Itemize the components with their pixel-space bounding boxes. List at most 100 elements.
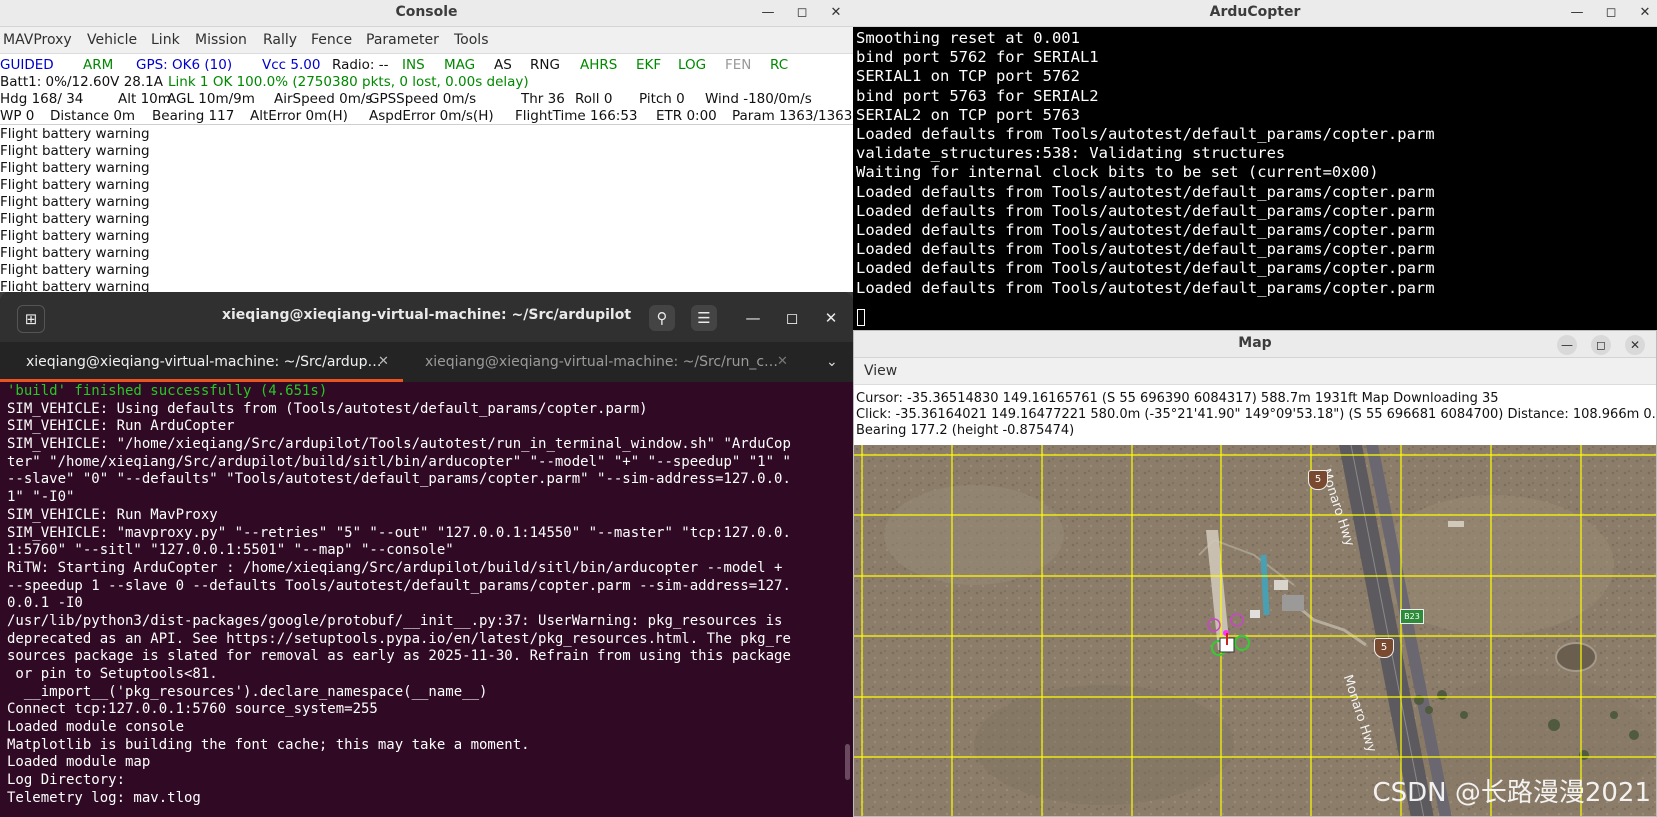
close-icon[interactable]: ✕ <box>818 305 844 331</box>
status_row4-3: AltError 0m(H) <box>250 108 348 124</box>
maximize-icon[interactable]: ◻ <box>779 305 805 331</box>
tab-ardupilot[interactable]: xieqiang@xieqiang-virtual-machine: ~/Src… <box>0 342 403 382</box>
terminal-output-line: Connect tcp:127.0.0.1:5760 source_system… <box>7 701 378 718</box>
status_row4-1: Distance 0m <box>50 108 136 124</box>
status_row3-6: Roll 0 <box>575 91 613 107</box>
terminal-tabbar: xieqiang@xieqiang-virtual-machine: ~/Src… <box>0 342 853 382</box>
terminal-output-line: ter" "/home/xieqiang/Src/ardupilot/build… <box>7 453 791 470</box>
menu-rally[interactable]: Rally <box>263 32 297 48</box>
console-message-line: Flight battery warning <box>0 279 150 292</box>
terminal-headerbar[interactable]: ⊞ xieqiang@xieqiang-virtual-machine: ~/S… <box>0 292 853 342</box>
terminal-output-line: 0.0.1 -I0 <box>7 595 83 612</box>
arducopter-output-line: validate_structures:538: Validating stru… <box>856 144 1286 163</box>
console-message-line: Flight battery warning <box>0 245 150 261</box>
minimize-icon[interactable]: — <box>740 305 766 331</box>
console-message-line: Flight battery warning <box>0 177 150 193</box>
status-row-waypoint: WP 0 Distance 0m Bearing 117 AltError 0m(H)… <box>0 108 853 124</box>
minimize-icon[interactable]: — <box>1567 3 1587 23</box>
minimize-icon[interactable]: — <box>1557 335 1577 355</box>
terminal-output-line: SIM_VEHICLE: "mavproxy.py" "--retries" "… <box>7 524 791 541</box>
terminal-output-line: Telemetry log: mav.tlog <box>7 789 201 806</box>
console-message-line: Flight battery warning <box>0 211 150 227</box>
status_row1-3: Vcc 5.00 <box>262 57 321 73</box>
maximize-icon[interactable]: ◻ <box>792 3 812 23</box>
close-icon[interactable]: ✕ <box>826 3 846 23</box>
text-cursor <box>857 309 865 326</box>
status_row2-0: Batt1: 0%/12.60V 28.1A <box>0 74 163 90</box>
status_row1-5: INS <box>402 57 425 73</box>
tabs-dropdown-icon[interactable]: ⌄ <box>826 342 846 382</box>
console-message-line: Flight battery warning <box>0 160 150 176</box>
arducopter-output-line: SERIAL2 on TCP port 5763 <box>856 105 1080 124</box>
status_row4-7: Param 1363/1363 <box>732 108 853 124</box>
status-row-flight: Hdg 168/ 34 Alt 10m AGL 10m/9m AirSpeed 0m/… <box>0 91 853 107</box>
map-title: Map <box>1238 335 1272 351</box>
tab-label: xieqiang@xieqiang-virtual-machine: ~/Src… <box>425 354 779 370</box>
terminal-output-line: deprecated as an API. See https://setupt… <box>7 630 791 647</box>
terminal-output-line: __import__('pkg_resources').declare_name… <box>7 683 488 700</box>
maximize-icon[interactable]: ◻ <box>1591 335 1611 355</box>
hamburger-menu-icon[interactable]: ☰ <box>691 305 717 331</box>
status_row3-3: AirSpeed 0m/s <box>274 91 373 107</box>
menu-vehicle[interactable]: Vehicle <box>87 32 137 48</box>
status_row1-10: EKF <box>636 57 662 73</box>
menu-parameter[interactable]: Parameter <box>366 32 439 48</box>
status_row3-7: Pitch 0 <box>639 91 685 107</box>
close-icon[interactable]: ✕ <box>1635 3 1655 23</box>
terminal-output-line: RiTW: Starting ArduCopter : /home/xieqia… <box>7 559 783 576</box>
status_row2-1: Link 1 OK 100.0% (2750380 pkts, 0 lost, … <box>168 74 529 90</box>
terminal-output-line: or pin to Setuptools<81. <box>7 666 218 682</box>
arducopter-output-line: Loaded defaults from Tools/autotest/defa… <box>856 278 1435 297</box>
console-message-line: Flight battery warning <box>0 194 150 210</box>
route-shield: 5 <box>1308 470 1328 490</box>
status_row3-8: Wind -180/0m/s <box>705 91 812 107</box>
map-titlebar[interactable]: Map — ◻ ✕ <box>854 331 1656 358</box>
cursor-readout: Cursor: -35.36514830 149.16165761 (S 55 … <box>856 391 1499 406</box>
terminal-output-line: sources package is slated for removal as… <box>7 648 791 665</box>
status_row3-5: Thr 36 <box>521 91 565 107</box>
menu-mission[interactable]: Mission <box>195 32 247 48</box>
menu-mavproxy[interactable]: MAVProxy <box>3 32 72 48</box>
route-shield: 5 <box>1374 638 1394 658</box>
watermark: CSDN @长路漫漫2021 <box>1372 778 1651 808</box>
status_row1-6: MAG <box>444 57 476 73</box>
terminal-output-line: SIM_VEHICLE: Run MavProxy <box>7 506 218 523</box>
terminal-window: ⊞ xieqiang@xieqiang-virtual-machine: ~/S… <box>0 292 853 817</box>
status_row1-2: GPS: OK6 (10) <box>136 57 233 73</box>
menu-tools[interactable]: Tools <box>454 32 489 48</box>
status_row4-2: Bearing 117 <box>152 108 235 124</box>
close-icon[interactable]: ✕ <box>1625 335 1645 355</box>
close-tab-icon[interactable]: ✕ <box>378 342 389 382</box>
console-message-line: Flight battery warning <box>0 126 150 142</box>
terminal-scrollbar[interactable] <box>845 744 850 780</box>
status_row1-4: Radio: -- <box>332 57 389 73</box>
arducopter-title: ArduCopter <box>1209 4 1301 20</box>
search-icon[interactable]: ⚲ <box>649 305 675 331</box>
status_row1-11: LOG <box>678 57 707 73</box>
menu-view[interactable]: View <box>864 363 897 379</box>
menu-link[interactable]: Link <box>151 32 180 48</box>
close-tab-icon[interactable]: ✕ <box>777 342 788 382</box>
console-messages: Flight battery warning Flight battery war… <box>0 126 150 292</box>
status_row4-6: ETR 0:00 <box>656 108 717 124</box>
status_row1-0: GUIDED <box>0 57 54 73</box>
terminal-output-line: 'build' finished successfully (4.651s) <box>7 383 328 399</box>
terminal-output[interactable]: 'build' finished successfully (4.651s) SI… <box>7 382 853 807</box>
console-menubar: MAVProxy Vehicle Link Mission Rally Fenc… <box>0 27 853 54</box>
status_row3-2: AGL 10m/9m <box>167 91 255 107</box>
arducopter-titlebar[interactable]: ArduCopter — ◻ ✕ <box>853 0 1657 27</box>
route-shield-green: B23 <box>1400 609 1424 624</box>
map-canvas[interactable]: Monaro Hwy Monaro Hwy 5 5 B23 <box>854 445 1656 816</box>
minimize-icon[interactable]: — <box>758 3 778 23</box>
maximize-icon[interactable]: ◻ <box>1601 3 1621 23</box>
tab-run-copter[interactable]: xieqiang@xieqiang-virtual-machine: ~/Src… <box>403 342 793 382</box>
terminal-output-line: 1:5760" "--sitl" "127.0.0.1:5501" "--map… <box>7 542 454 559</box>
terminal-output-line: /usr/lib/python3/dist-packages/google/pr… <box>7 612 783 629</box>
menu-fence[interactable]: Fence <box>311 32 352 48</box>
arducopter-output-line: bind port 5762 for SERIAL1 <box>856 48 1099 67</box>
click-readout: Click: -35.36164021 149.16477221 580.0m … <box>856 407 1657 422</box>
arducopter-output-line: Loaded defaults from Tools/autotest/defa… <box>856 259 1435 278</box>
console-titlebar[interactable]: Console — ◻ ✕ <box>0 0 853 27</box>
status_row1-8: RNG <box>530 57 560 73</box>
arducopter-output-line: Loaded defaults from Tools/autotest/defa… <box>856 125 1435 143</box>
